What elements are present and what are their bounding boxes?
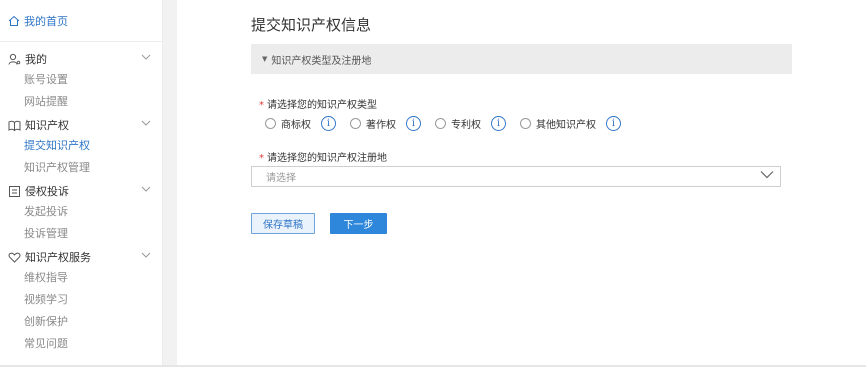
chevron-down-icon[interactable]	[760, 170, 774, 179]
info-icon[interactable]: i	[491, 115, 506, 131]
ip-type-label-text: 请选择您的知识产权类型	[267, 100, 377, 111]
sidebar-item-ip-management[interactable]: 知识产权管理	[0, 156, 162, 178]
ip-region-label-text: 请选择您的知识产权注册地	[267, 153, 387, 164]
sidebar-item-complaint-management[interactable]: 投诉管理	[0, 222, 162, 244]
sidebar-group-mine: 我的 账号设置 网站提醒	[0, 42, 162, 112]
radio-patent[interactable]: 专利权 i	[435, 115, 506, 131]
section-header[interactable]: ▼ 知识产权类型及注册地	[251, 44, 792, 74]
radio-label: 其他知识产权	[536, 119, 596, 131]
sidebar-item-rights-guide[interactable]: 维权指导	[0, 266, 162, 288]
section-label: 知识产权类型及注册地	[271, 55, 372, 67]
ip-region-label: * 请选择您的知识产权注册地	[259, 149, 387, 164]
radio-trademark[interactable]: 商标权 i	[265, 115, 336, 131]
sidebar-group-complaint: 侵权投诉 发起投诉 投诉管理	[0, 178, 162, 244]
radio-circle[interactable]	[350, 117, 361, 129]
radio-circle[interactable]	[435, 117, 446, 129]
main-content: 提交知识产权信息 ▼ 知识产权类型及注册地 * 请选择您的知识产权类型 商标权 i…	[177, 0, 866, 367]
info-icon[interactable]: i	[606, 115, 621, 131]
sidebar-group-label: 知识产权服务	[25, 251, 91, 264]
sidebar-item-faq[interactable]: 常见问题	[0, 332, 162, 354]
radio-other-ip[interactable]: 其他知识产权 i	[520, 115, 621, 131]
sidebar-group-head-mine[interactable]: 我的	[0, 50, 162, 68]
chevron-down-icon[interactable]	[141, 186, 151, 192]
save-draft-button[interactable]: 保存草稿	[251, 213, 315, 234]
sidebar-item-site-reminders[interactable]: 网站提醒	[0, 90, 162, 112]
book-icon	[8, 119, 21, 132]
sidebar-group-head-ip-service[interactable]: 知识产权服务	[0, 248, 162, 266]
region-select[interactable]: 请选择	[251, 166, 781, 187]
ip-type-label: * 请选择您的知识产权类型	[259, 96, 377, 111]
sidebar-item-innovation-protection[interactable]: 创新保护	[0, 310, 162, 332]
heart-icon	[8, 251, 21, 264]
ip-type-radio-group: 商标权 i 著作权 i 专利权 i 其他知识产权 i	[265, 114, 635, 132]
page-title: 提交知识产权信息	[251, 16, 372, 34]
nav-home-label: 我的首页	[24, 14, 68, 28]
sidebar-item-video-learning[interactable]: 视频学习	[0, 288, 162, 310]
sidebar-item-submit-ip[interactable]: 提交知识产权	[0, 134, 162, 156]
sidebar-item-account-settings[interactable]: 账号设置	[0, 68, 162, 90]
sidebar-gutter	[163, 0, 177, 367]
sidebar-item-file-complaint[interactable]: 发起投诉	[0, 200, 162, 222]
chevron-down-icon[interactable]	[141, 54, 151, 60]
info-icon[interactable]: i	[406, 115, 421, 131]
sidebar-group-label: 侵权投诉	[25, 185, 69, 198]
next-step-button[interactable]: 下一步	[330, 213, 387, 234]
radio-copyright[interactable]: 著作权 i	[350, 115, 421, 131]
required-mark: *	[259, 100, 264, 111]
required-mark: *	[259, 153, 264, 164]
radio-label: 专利权	[451, 119, 481, 131]
sidebar: 我的首页 我的 账号设置 网站提醒 知识产权 提交知识产权 知识产权管理 侵权投…	[0, 0, 163, 367]
radio-label: 著作权	[366, 119, 396, 131]
sidebar-group-ip-service: 知识产权服务 维权指导 视频学习 创新保护 常见问题	[0, 244, 162, 354]
info-icon[interactable]: i	[321, 115, 336, 131]
chevron-down-icon[interactable]	[141, 252, 151, 258]
region-select-placeholder: 请选择	[266, 173, 296, 184]
radio-circle[interactable]	[520, 117, 531, 129]
nav-home[interactable]: 我的首页	[0, 0, 162, 42]
home-icon	[8, 15, 20, 26]
sidebar-group-head-ip[interactable]: 知识产权	[0, 116, 162, 134]
sidebar-group-head-complaint[interactable]: 侵权投诉	[0, 182, 162, 200]
user-icon	[8, 53, 21, 66]
sidebar-group-ip: 知识产权 提交知识产权 知识产权管理	[0, 112, 162, 178]
radio-circle[interactable]	[265, 117, 276, 129]
radio-label: 商标权	[281, 119, 311, 131]
sidebar-group-label: 知识产权	[25, 119, 69, 132]
caret-down-icon: ▼	[262, 55, 268, 63]
chevron-down-icon[interactable]	[141, 120, 151, 126]
complaint-icon	[8, 185, 21, 198]
sidebar-group-label: 我的	[25, 53, 47, 66]
